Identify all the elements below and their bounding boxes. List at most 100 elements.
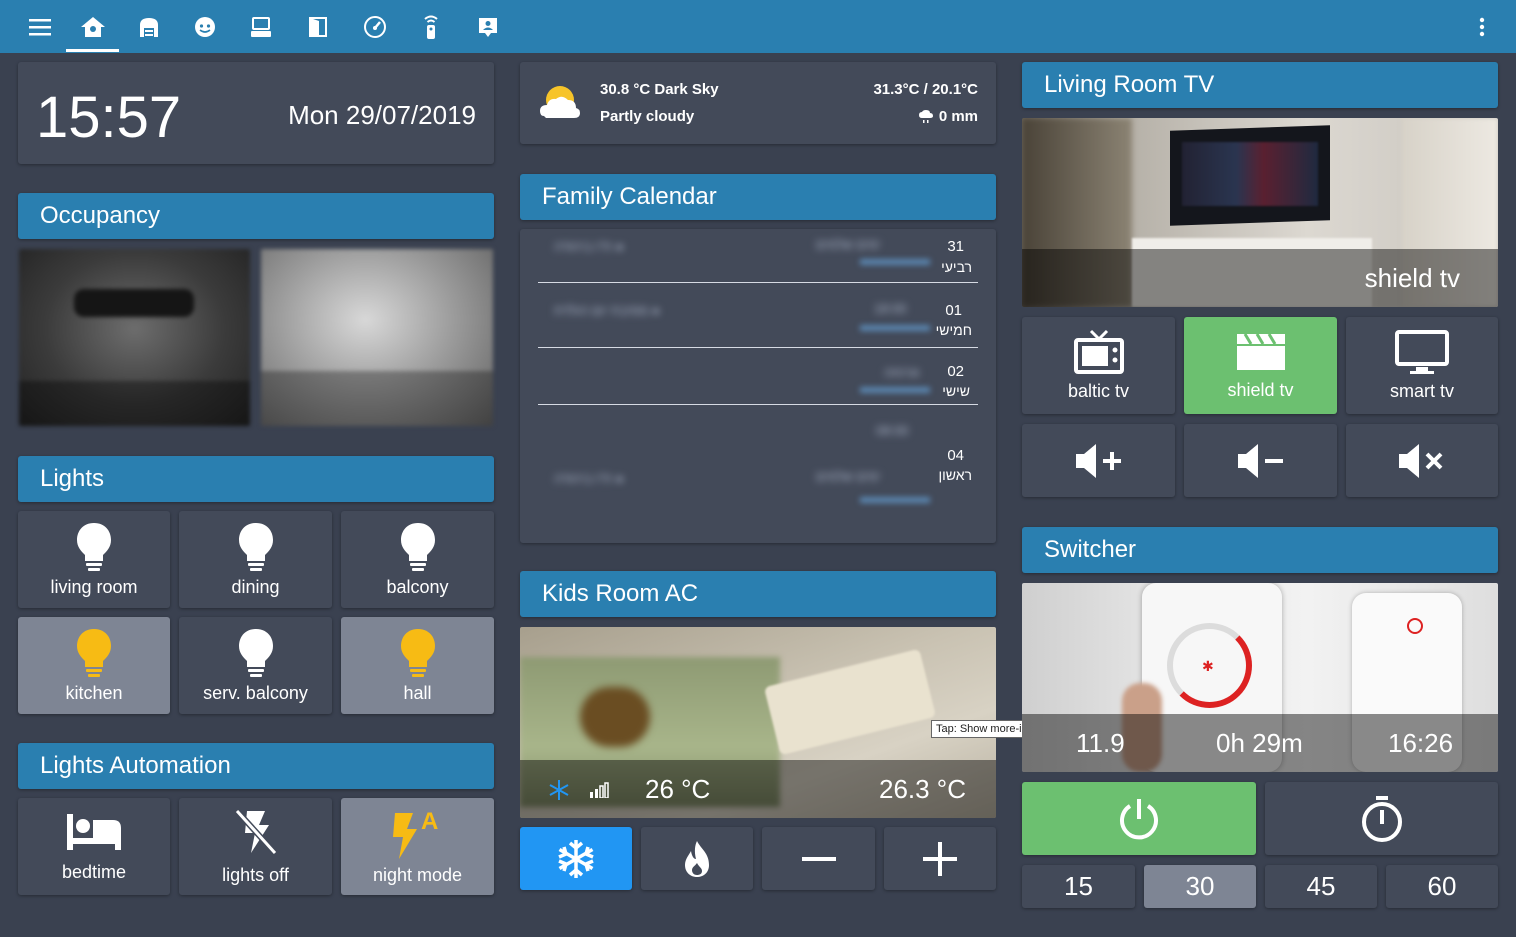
timer-60-button[interactable]: 60: [1386, 865, 1498, 908]
home-automation-icon[interactable]: [78, 12, 108, 42]
light-balcony[interactable]: balcony: [341, 511, 494, 608]
automation-label: bedtime: [61, 862, 127, 882]
light-label: hall: [403, 683, 432, 703]
source-smart-tv-button[interactable]: smart tv: [1346, 317, 1498, 414]
account-box-icon[interactable]: [473, 12, 503, 42]
event-blurred: ימים שלמים: [816, 469, 881, 484]
light-label: dining: [231, 577, 280, 597]
light-serv-balcony[interactable]: serv. balcony: [179, 617, 332, 714]
garage-icon[interactable]: [134, 12, 164, 42]
switcher-timer-button[interactable]: [1265, 782, 1498, 855]
calendar-day-number: 04: [947, 447, 964, 464]
divider: [538, 404, 978, 405]
ac-title: Kids Room AC: [542, 580, 699, 607]
switcher-end-time: 16:26: [1388, 728, 1454, 758]
tv-status-bar: shield tv: [1022, 249, 1498, 307]
partly-cloudy-icon: [540, 86, 580, 118]
switcher-header: Switcher: [1022, 527, 1498, 573]
lights-header: Lights: [18, 456, 494, 502]
light-dining[interactable]: dining: [179, 511, 332, 608]
event-blurred: 18:00: [874, 301, 907, 316]
lightbulb-icon: [238, 629, 273, 677]
ac-header: Kids Room AC: [520, 571, 996, 617]
calendar-day-name: ראשון: [938, 467, 972, 483]
source-baltic-tv-button[interactable]: baltic tv: [1022, 317, 1175, 414]
ac-cool-button[interactable]: [520, 827, 632, 890]
ac-heat-button[interactable]: [641, 827, 753, 890]
timer-30-button[interactable]: 30: [1144, 865, 1256, 908]
event-blurred: ת"ו ביהודה ●: [554, 471, 624, 486]
calendar-day-number: 01: [945, 302, 962, 319]
rain-icon: [918, 109, 933, 123]
calendar-title: Family Calendar: [542, 183, 717, 210]
event-blurred: ת"ו ביהודה ●: [554, 239, 624, 254]
tv-camera-image[interactable]: shield tv: [1022, 118, 1498, 307]
clapperboard-icon: [1236, 333, 1285, 370]
calendar-day-name: שישי: [942, 383, 970, 399]
timer-45-button[interactable]: 45: [1265, 865, 1377, 908]
flash-auto-icon: A: [392, 808, 438, 859]
volume-down-button[interactable]: [1184, 424, 1337, 497]
volume-up-button[interactable]: [1022, 424, 1175, 497]
active-tab-indicator: [66, 49, 119, 52]
timer-option-label: 45: [1306, 871, 1336, 901]
ac-current-temperature: 26.3 °C: [878, 774, 966, 804]
monitor-icon: [1395, 330, 1449, 374]
light-hall[interactable]: hall: [341, 617, 494, 714]
calendar-day-name: רביעי: [941, 259, 972, 275]
ac-increase-button[interactable]: [884, 827, 996, 890]
calendar-card[interactable]: ת"ו ביהודה ● ימים שלמים 31 רביעי מסיבת י…: [520, 229, 996, 543]
volume-mute-button[interactable]: [1346, 424, 1498, 497]
switcher-remaining-time: 0h 29m: [1216, 728, 1303, 758]
source-shield-tv-button[interactable]: shield tv: [1184, 317, 1337, 414]
bed-icon: [67, 814, 121, 850]
calendar-day-number: 02: [947, 363, 964, 380]
tv-header: Living Room TV: [1022, 62, 1498, 108]
calendar-day-name: חמישי: [935, 322, 972, 338]
minus-icon: [801, 856, 836, 861]
ac-decrease-button[interactable]: [762, 827, 875, 890]
timer-option-label: 15: [1064, 871, 1093, 901]
clock-time: 15:57: [36, 85, 182, 150]
timer-15-button[interactable]: 15: [1022, 865, 1135, 908]
weather-card[interactable]: 30.8 °C Dark Sky Partly cloudy 31.3°C / …: [520, 62, 996, 144]
face-icon[interactable]: [190, 12, 220, 42]
occupancy-photo-2[interactable]: [261, 249, 493, 426]
source-label: smart tv: [1389, 381, 1454, 401]
timer-option-label: 60: [1427, 871, 1457, 901]
snowflake-icon: [558, 839, 594, 878]
light-label: balcony: [386, 577, 449, 597]
power-icon: [1120, 798, 1158, 839]
bedtime-button[interactable]: bedtime: [18, 798, 170, 895]
lights-off-button[interactable]: lights off: [179, 798, 332, 895]
remote-icon[interactable]: [416, 12, 446, 42]
switcher-camera-image[interactable]: ✱ 11.9 0h 29m 16:26: [1022, 583, 1498, 772]
clock-card: 15:57 Mon 29/07/2019: [18, 62, 494, 164]
timer-icon: [1361, 795, 1402, 842]
lights-automation-header: Lights Automation: [18, 743, 494, 789]
lights-automation-title: Lights Automation: [40, 752, 231, 779]
tv-title: Living Room TV: [1044, 71, 1215, 98]
menu-icon[interactable]: [25, 12, 55, 42]
fire-icon: [685, 840, 709, 877]
source-label: baltic tv: [1067, 381, 1130, 401]
gauge-icon[interactable]: [360, 12, 390, 42]
ac-camera-image[interactable]: 26 °C 26.3 °C: [520, 627, 996, 818]
light-kitchen[interactable]: kitchen: [18, 617, 170, 714]
divider: [538, 282, 978, 283]
light-living-room[interactable]: living room: [18, 511, 170, 608]
volume-down-icon: [1237, 443, 1283, 478]
more-vertical-icon[interactable]: [1467, 12, 1497, 42]
plus-icon: [923, 841, 957, 876]
night-mode-button[interactable]: A night mode: [341, 798, 494, 895]
door-icon[interactable]: [303, 12, 333, 42]
precipitation-value: 0 mm: [938, 108, 978, 125]
automation-label: lights off: [222, 865, 289, 885]
switcher-power-button[interactable]: [1022, 782, 1256, 855]
desktop-icon[interactable]: [246, 12, 276, 42]
calendar-day-number: 31: [947, 238, 964, 255]
occupancy-photo-1[interactable]: [19, 249, 250, 426]
flash-off-icon: [234, 808, 277, 856]
volume-up-icon: [1075, 443, 1121, 478]
fan-speed-icon: [590, 782, 609, 798]
